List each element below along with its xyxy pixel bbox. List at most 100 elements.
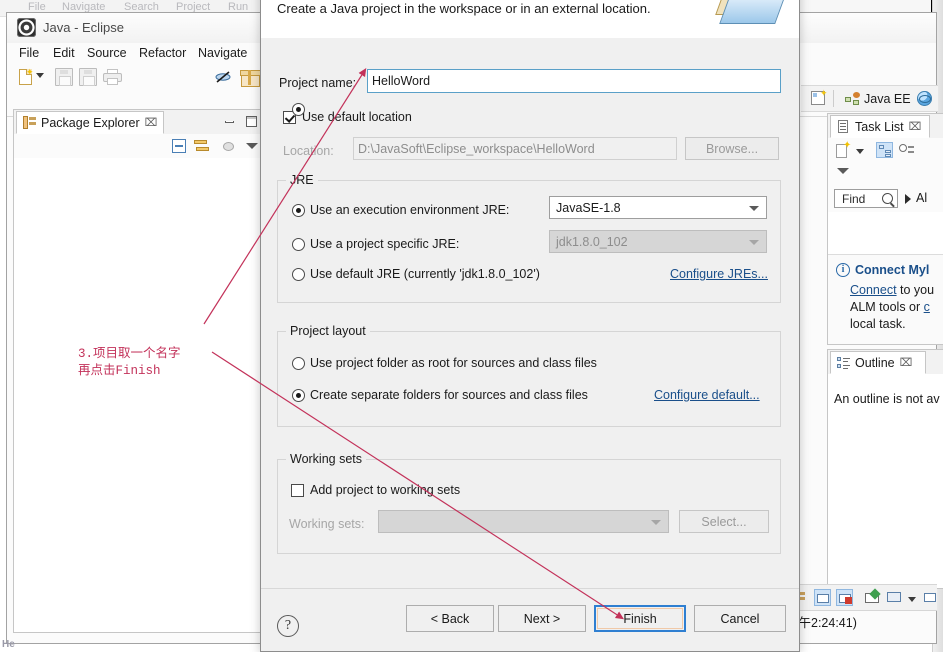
task-list-empty-area[interactable] [828, 212, 943, 254]
new-package-icon[interactable] [240, 68, 261, 87]
display-view-icon[interactable] [886, 589, 903, 606]
new-view-icon[interactable] [922, 589, 939, 606]
new-wizard-icon[interactable]: ✦ [17, 68, 35, 86]
package-explorer-tree[interactable] [14, 158, 266, 632]
layout-project-folder-label: Use project folder as root for sources a… [310, 356, 597, 370]
dialog-footer: ? < Back Next > Finish Cancel [261, 588, 799, 651]
search-icon[interactable] [882, 193, 893, 204]
find-input-value: Find [842, 191, 866, 206]
web-globe-icon [917, 91, 932, 106]
perspective-item-web[interactable] [913, 89, 940, 108]
outline-empty-message: An outline is not av [834, 392, 940, 406]
perspective-item-java-ee[interactable]: Java EE [841, 89, 915, 108]
configure-default-link[interactable]: Configure default... [654, 388, 760, 402]
open-mail-icon[interactable] [864, 588, 881, 606]
java-ee-icon [845, 91, 860, 106]
find-scope-all-label[interactable]: Al [916, 191, 927, 205]
chevron-down-icon [749, 205, 759, 211]
create-task-link[interactable]: c [924, 300, 930, 314]
browse-button: Browse... [685, 137, 779, 160]
menu-navigate[interactable]: Navigate [198, 46, 247, 60]
info-icon: i [836, 263, 850, 277]
find-next-arrow-icon[interactable] [905, 194, 911, 204]
new-wizard-dropdown-arrow-icon[interactable] [36, 73, 44, 78]
dialog-body: Project name: HelloWord Use default loca… [261, 38, 799, 589]
next-button[interactable]: Next > [498, 605, 586, 632]
task-list-icon [837, 120, 850, 133]
cancel-button[interactable]: Cancel [694, 605, 786, 632]
connect-mylyn-header: i Connect Myl [836, 263, 937, 277]
connect-line2: ALM tools or [850, 300, 924, 314]
dialog-description: Create a Java project in the workspace o… [277, 1, 651, 16]
tab-package-explorer[interactable]: Package Explorer ⌧ [16, 111, 164, 134]
console-view-icon[interactable] [814, 589, 831, 606]
finish-button[interactable]: Finish [594, 605, 686, 632]
package-explorer-tab-label: Package Explorer [41, 115, 140, 130]
save-icon[interactable] [55, 68, 73, 86]
connect-line3: local task. [850, 317, 906, 331]
close-icon[interactable]: ⌧ [900, 356, 913, 369]
connect-link[interactable]: Connect [850, 283, 897, 297]
collapse-all-icon[interactable] [172, 139, 186, 153]
open-perspective-icon[interactable]: ✦ [811, 89, 828, 106]
menu-edit[interactable]: Edit [53, 46, 75, 60]
jre-group-title: JRE [286, 173, 318, 187]
jre-project-specific-radio[interactable] [292, 238, 305, 251]
tab-task-list[interactable]: Task List ⌧ [830, 115, 930, 138]
layout-project-folder-radio[interactable] [292, 357, 305, 370]
print-icon[interactable] [103, 69, 122, 85]
screenshot-root: File Navigate Search Project Run Window … [0, 0, 943, 652]
project-name-label: Project name: [279, 76, 357, 90]
new-task-dropdown-arrow-icon[interactable] [856, 149, 864, 154]
new-task-icon[interactable]: ✦ [836, 141, 851, 158]
find-input[interactable]: Find [834, 189, 898, 208]
project-name-input[interactable]: HelloWord [367, 69, 781, 93]
dialog-banner: Create a Java project in the workspace o… [261, 0, 799, 39]
location-label: Location: [283, 144, 334, 158]
link-with-editor-icon[interactable] [194, 139, 210, 153]
dropdown-arrow-icon[interactable] [908, 597, 916, 602]
connect-mylyn-panel: i Connect Myl Connect to you ALM tools o… [828, 254, 943, 344]
annotation-line-2: 再点击Finish [78, 364, 161, 378]
eclipse-window-title: Java - Eclipse [43, 20, 124, 35]
jre-project-specific-value: jdk1.8.0_102 [556, 234, 628, 249]
package-explorer-toolbar [14, 134, 266, 159]
status-hint-left: He [2, 639, 15, 650]
add-project-to-working-sets-checkbox[interactable] [291, 484, 304, 497]
back-button[interactable]: < Back [406, 605, 494, 632]
categorized-view-icon[interactable] [876, 142, 893, 158]
configure-jres-link[interactable]: Configure JREs... [670, 267, 768, 281]
jre-execution-env-label: Use an execution environment JRE: [310, 203, 510, 217]
new-java-project-icon [715, 0, 787, 31]
perspective-switcher-bar: ✦ Java EE [801, 85, 938, 112]
package-explorer-tabbar: Package Explorer ⌧ [14, 110, 266, 135]
menu-refactor[interactable]: Refactor [139, 46, 186, 60]
menu-file[interactable]: File [19, 46, 39, 60]
connect-mylyn-body: Connect to you ALM tools or c local task… [850, 282, 937, 333]
help-button[interactable]: ? [277, 615, 299, 637]
menu-source[interactable]: Source [87, 46, 127, 60]
project-name-value: HelloWord [372, 74, 431, 88]
layout-separate-folders-radio[interactable] [292, 389, 305, 402]
tab-outline[interactable]: Outline ⌧ [830, 351, 926, 374]
task-list-tabbar: Task List ⌧ [828, 114, 943, 139]
jre-default-radio[interactable] [292, 268, 305, 281]
view-menu-icon[interactable] [837, 168, 849, 174]
view-menu-icon[interactable] [246, 143, 258, 149]
problems-view-icon[interactable] [836, 589, 853, 606]
jre-execution-env-combo[interactable]: JavaSE-1.8 [549, 196, 767, 219]
layout-separate-folders-label: Create separate folders for sources and … [310, 388, 588, 402]
task-list-view: Task List ⌧ ✦ Find Al i Connect Myl Conn… [827, 113, 943, 345]
task-list-find-row: Find Al [828, 186, 943, 212]
maximize-icon[interactable] [246, 116, 257, 127]
pin-editor-icon[interactable] [215, 69, 231, 85]
close-icon[interactable]: ⌧ [145, 116, 158, 129]
scheduled-view-icon[interactable] [898, 142, 915, 158]
jre-execution-env-radio[interactable] [292, 204, 305, 217]
select-working-sets-button: Select... [679, 510, 769, 533]
minimize-icon[interactable] [224, 116, 235, 127]
close-icon[interactable]: ⌧ [909, 120, 922, 133]
save-all-icon[interactable] [79, 68, 97, 86]
status-bar: 下午2:24:41) [786, 612, 943, 632]
view-perspective-icon[interactable] [222, 139, 236, 153]
